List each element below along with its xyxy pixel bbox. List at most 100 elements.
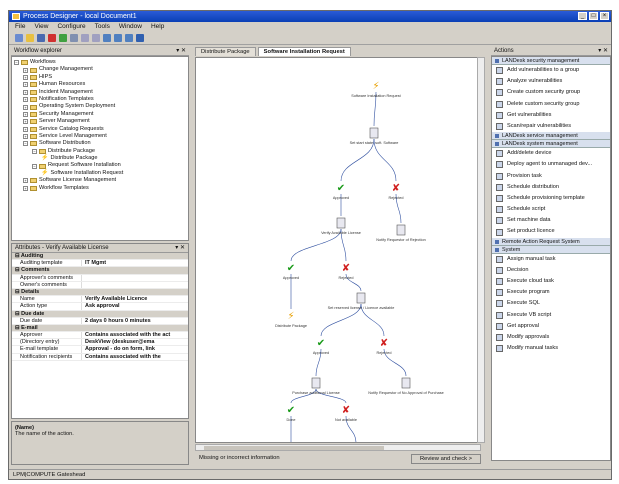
tree-node[interactable]: + Service Level Management — [14, 133, 186, 140]
expand-toggle-icon[interactable]: − — [32, 148, 37, 154]
tree-node[interactable]: − Workflows — [14, 59, 186, 66]
workflow-node-cross[interactable]: ✘ Rejected — [339, 263, 354, 280]
maximize-button[interactable]: □ — [589, 12, 598, 20]
action-item[interactable]: Schedule distribution — [492, 182, 610, 193]
action-item[interactable]: Schedule provisioning template — [492, 193, 610, 204]
workflow-node-cross[interactable]: ✘ Rejected — [389, 183, 404, 200]
workflow-node-check[interactable]: ✔ Approved — [283, 263, 299, 280]
workflow-node-check[interactable]: ✔ Approved — [313, 338, 329, 355]
save-icon[interactable] — [37, 34, 45, 42]
tree-node[interactable]: − Distribute Package — [14, 148, 186, 155]
menu-configure[interactable]: Configure — [57, 22, 85, 32]
tab-distribute-package[interactable]: Distribute Package — [195, 47, 256, 56]
workflow-node-cross[interactable]: ✘ Not available — [335, 405, 357, 422]
delete-icon[interactable] — [48, 34, 56, 42]
property-row[interactable]: Action type Ask approval — [12, 303, 188, 311]
tree-node[interactable]: + HIPS — [14, 74, 186, 81]
pan-icon[interactable] — [125, 34, 133, 42]
open-icon[interactable] — [26, 34, 34, 42]
property-row[interactable]: Approver Contains associated with the act — [12, 332, 188, 340]
action-item[interactable]: Execute SQL — [492, 298, 610, 309]
property-row[interactable]: Name Verify Available Licence — [12, 296, 188, 304]
action-section-header[interactable]: LANDesk security management — [492, 57, 610, 65]
action-item[interactable]: Assign manual task — [492, 254, 610, 265]
workflow-node-doc[interactable]: Notify Requestor of No Approval of Purch… — [368, 377, 444, 395]
expand-toggle-icon[interactable]: + — [23, 126, 28, 132]
tab-software-installation-request[interactable]: Software Installation Request — [257, 47, 351, 56]
expand-toggle-icon[interactable]: + — [23, 97, 28, 103]
property-row[interactable]: Due date 2 days 0 hours 0 minutes — [12, 317, 188, 325]
menu-view[interactable]: View — [34, 22, 48, 32]
pin-icon[interactable]: ▾ ✕ — [175, 244, 185, 253]
action-section-header[interactable]: Remote Action Request System — [492, 237, 610, 246]
tree-node[interactable]: + Human Resources — [14, 81, 186, 88]
action-item[interactable]: Get approval — [492, 321, 610, 332]
action-item[interactable]: Decision — [492, 265, 610, 276]
workflow-connector[interactable] — [373, 138, 397, 182]
action-section-header[interactable]: LANDesk service management — [492, 132, 610, 141]
tree-node[interactable]: ⚡ Software Installation Request — [14, 170, 186, 177]
tree-node[interactable]: + Operating System Deployment — [14, 103, 186, 110]
expand-toggle-icon[interactable]: + — [23, 178, 28, 184]
workflow-node-check[interactable]: ✔ Done — [286, 405, 295, 422]
property-row[interactable]: Notification recipients Contains associat… — [12, 353, 188, 361]
workflow-node-doc[interactable]: Verify Available License — [321, 217, 361, 235]
property-value[interactable]: Contains associated with the act — [82, 332, 188, 338]
action-item[interactable]: Execute program — [492, 287, 610, 298]
property-value[interactable]: Approval - do on form, link — [82, 346, 188, 352]
expand-toggle-icon[interactable]: + — [23, 134, 28, 140]
zoom-in-icon[interactable] — [103, 34, 111, 42]
workflow-node-check[interactable]: ✔ Approved — [333, 183, 349, 200]
property-row[interactable]: E-mail template Approval - do on form, li… — [12, 346, 188, 354]
expand-toggle-icon[interactable]: + — [23, 67, 28, 73]
tree-node[interactable]: + Server Management — [14, 118, 186, 125]
tree-node[interactable]: ⚡ Distribute Package — [14, 155, 186, 162]
action-item[interactable]: Analyze vulnerabilities — [492, 76, 610, 87]
workflow-canvas[interactable]: ⚡ Software Installation Request Set start … — [195, 57, 481, 443]
close-button[interactable]: × — [600, 12, 609, 20]
expand-toggle-icon[interactable]: + — [23, 119, 28, 125]
copy-icon[interactable] — [92, 34, 100, 42]
workflow-node-doc[interactable]: Purchase additional License — [292, 377, 340, 395]
action-item[interactable]: Add vulnerabilities to a group — [492, 65, 610, 76]
action-section-header[interactable]: LANDesk system management — [492, 140, 610, 149]
expand-toggle-icon[interactable]: + — [23, 82, 28, 88]
property-value[interactable]: 2 days 0 hours 0 minutes — [82, 318, 188, 324]
minimize-button[interactable]: _ — [578, 12, 587, 20]
expand-toggle-icon[interactable]: − — [23, 141, 28, 147]
workflow-node-doc[interactable]: Set start state: soft. Software — [350, 127, 399, 145]
menu-file[interactable]: File — [15, 22, 25, 32]
vertical-scrollbar[interactable] — [477, 57, 485, 443]
horizontal-scrollbar[interactable] — [195, 444, 481, 451]
pin-icon[interactable]: ▾ ✕ — [598, 47, 608, 56]
property-value[interactable]: Ask approval — [82, 303, 188, 309]
cut-icon[interactable] — [81, 34, 89, 42]
workflow-node-cross[interactable]: ✘ Rejected — [377, 338, 392, 355]
action-item[interactable]: Execute VB script — [492, 310, 610, 321]
expand-toggle-icon[interactable]: + — [23, 104, 28, 110]
expand-toggle-icon[interactable]: + — [23, 185, 28, 191]
workflow-node-doc[interactable]: Notify Requestor of Rejection — [376, 224, 426, 242]
action-item[interactable]: Deploy agent to unmanaged dev... — [492, 159, 610, 170]
expand-toggle-icon[interactable]: + — [23, 89, 28, 95]
action-item[interactable]: Scan/repair vulnerabilities — [492, 121, 610, 132]
property-value[interactable]: Contains associated with the — [82, 354, 188, 360]
property-row[interactable]: Approver's comments — [12, 274, 188, 282]
workflow-diagram[interactable]: ⚡ Software Installation Request Set start … — [196, 58, 481, 443]
menu-window[interactable]: Window — [119, 22, 142, 32]
zoom-out-icon[interactable] — [114, 34, 122, 42]
action-item[interactable]: Schedule script — [492, 204, 610, 215]
workflow-connector[interactable] — [340, 138, 375, 182]
action-item[interactable]: Set machine data — [492, 215, 610, 226]
tree-node[interactable]: + Change Management — [14, 66, 186, 73]
menu-tools[interactable]: Tools — [95, 22, 110, 32]
property-value[interactable]: DeskView (deskuser@ema — [82, 339, 188, 345]
scroll-thumb[interactable] — [204, 446, 384, 450]
tree-node[interactable]: + Incident Management — [14, 89, 186, 96]
fit-icon[interactable] — [136, 34, 144, 42]
tree-node[interactable]: − Request Software Installation — [14, 162, 186, 169]
workflow-node-start[interactable]: ⚡ Distribute Package — [275, 311, 307, 328]
action-item[interactable]: Add/delete device — [492, 148, 610, 159]
property-grid[interactable]: ⊟ Auditing Auditing template IT Mgmt ⊟ Comm… — [12, 253, 188, 361]
pin-icon[interactable]: ▾ ✕ — [176, 47, 186, 56]
